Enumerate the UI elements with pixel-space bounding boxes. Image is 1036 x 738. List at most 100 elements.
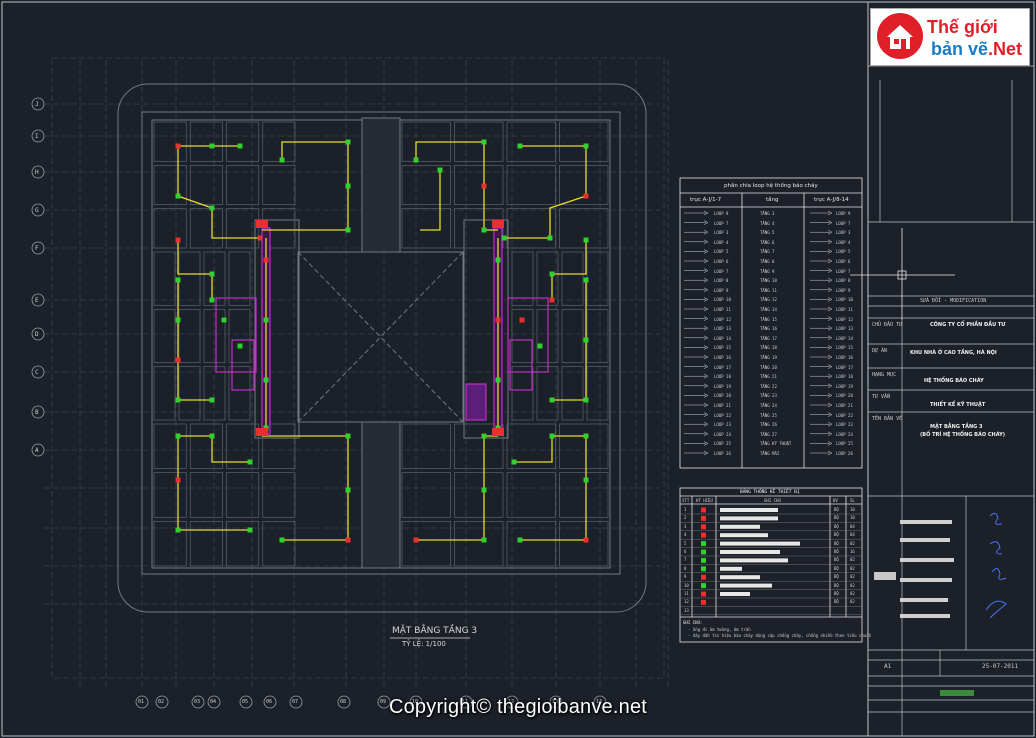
- tb-item: HỆ THỐNG BÁO CHÁY: [924, 378, 984, 384]
- grid-label-left: H: [35, 169, 39, 176]
- control-panel: [492, 220, 504, 228]
- cad-viewport[interactable]: [0, 0, 1036, 738]
- loop-table-cell: TẦNG 15: [760, 316, 777, 322]
- loop-table-cell: TẦNG 26: [760, 422, 777, 428]
- alarm-device: [175, 237, 181, 243]
- loop-table-cell: LOOP 10: [714, 297, 731, 303]
- device-note-2: - dây dẫn tín hiệu báo cháy dùng cáp chố…: [688, 633, 872, 638]
- loop-table-cell: LOOP 9: [836, 211, 851, 216]
- device-table-cell: BỘ: [834, 582, 839, 588]
- device-description: [720, 583, 772, 588]
- loop-table-cell: LOOP 17: [714, 364, 731, 370]
- loop-table-cell: TẦNG 24: [760, 403, 777, 408]
- loop-table-cell: LOOP 18: [714, 374, 731, 380]
- device-table-cell: 12: [684, 599, 689, 605]
- loop-table-cell: TẦNG 17: [760, 335, 777, 341]
- loop-table-cell: TẦNG 9: [760, 268, 775, 274]
- loop-table-cell: TẦNG 21: [760, 374, 777, 380]
- alarm-device: [345, 183, 351, 189]
- alarm-device: [495, 317, 501, 323]
- loop-table-cell: TẦNG 8: [760, 259, 775, 264]
- logo-text-line1: Thế giới: [927, 17, 998, 37]
- loop-table-cell: LOOP 7: [836, 268, 851, 274]
- grid-label-left: E: [35, 297, 39, 304]
- device-symbol: [701, 566, 706, 572]
- device-table-cell: 7: [684, 557, 687, 563]
- tb-drawing-title-2: (BỐ TRÍ HỆ THỐNG BÁO CHÁY): [920, 432, 1005, 438]
- alarm-device: [345, 537, 351, 543]
- loop-table-cell: LOOP 16: [836, 355, 853, 360]
- alarm-device: [413, 537, 419, 543]
- alarm-device: [263, 257, 269, 263]
- alarm-device: [175, 527, 181, 533]
- alarm-device: [511, 459, 517, 465]
- device-table-cell: 04: [850, 523, 855, 529]
- loop-table-cell: LOOP 7: [836, 220, 851, 226]
- device-table-cell: 5: [684, 540, 687, 546]
- grid-label-left: J: [35, 101, 39, 108]
- alarm-device: [549, 271, 555, 277]
- tb-project: KHU NHÀ Ở CAO TẦNG, HÀ NỘI: [910, 350, 997, 356]
- loop-table-cell: LOOP 10: [836, 297, 853, 303]
- alarm-device: [279, 537, 285, 543]
- alarm-device: [481, 227, 487, 233]
- alarm-device: [263, 317, 269, 323]
- device-table-cell: 1: [684, 507, 687, 512]
- loop-table-cell: LOOP 11: [836, 307, 853, 312]
- loop-table-header-floor: tầng: [766, 197, 779, 203]
- device-table-cell: 6: [684, 549, 687, 554]
- device-description: [720, 566, 742, 571]
- device-table-cell: 02: [850, 557, 855, 563]
- control-panel: [492, 428, 504, 436]
- loop-table-cell: LOOP 14: [836, 335, 853, 341]
- device-description: [720, 533, 768, 538]
- loop-table-header-right: trục A-J/8-14: [814, 197, 849, 203]
- device-table-cell: 02: [850, 565, 855, 571]
- tb-consultant-label: TƯ VẤN: [872, 394, 891, 400]
- alarm-device: [209, 297, 215, 303]
- device-table-cell: 2: [684, 515, 687, 521]
- loop-table-cell: LOOP 25: [836, 441, 853, 447]
- tb-date: 25-07-2011: [982, 663, 1019, 670]
- loop-table-cell: LOOP 3: [714, 230, 729, 236]
- alarm-device: [345, 227, 351, 233]
- alarm-device: [481, 487, 487, 493]
- tb-drawing-label: TÊN BẢN VẼ: [872, 416, 903, 422]
- loop-table-cell: TẦNG 16: [760, 326, 777, 332]
- loop-table-title: phân chia loop hệ thống báo cháy: [724, 183, 818, 189]
- loop-table-cell: LOOP 17: [836, 364, 853, 370]
- loop-table-cell: TẦNG 4: [760, 220, 775, 226]
- alarm-device: [517, 537, 523, 543]
- alarm-device: [175, 357, 181, 363]
- loop-table-cell: LOOP 19: [836, 383, 853, 389]
- loop-table-cell: LOOP 21: [836, 403, 853, 408]
- device-table-cell: 16: [850, 549, 855, 554]
- device-note-1: - ống đi âm tường, âm trần: [688, 627, 751, 632]
- brand-logo: Thế giới bản vẽ.Net: [870, 8, 1030, 66]
- device-table-cell: BỘ: [834, 515, 839, 521]
- alarm-device: [345, 139, 351, 145]
- device-description: [720, 524, 760, 529]
- alarm-device: [583, 537, 589, 543]
- alarm-device: [481, 433, 487, 439]
- loop-table-cell: TẦNG 3: [760, 211, 775, 216]
- loop-table-cell: LOOP 5: [836, 249, 851, 255]
- loop-table-cell: TẦNG KỸ THUẬT: [760, 441, 792, 447]
- loop-table-cell: LOOP 7: [714, 268, 729, 274]
- device-table-cell: BỘ: [834, 532, 839, 538]
- plan-scale: TỶ LỆ: 1/100: [402, 640, 446, 648]
- loop-table-cell: LOOP 7: [714, 220, 729, 226]
- loop-table-cell: TẦNG 5: [760, 230, 775, 236]
- device-table-header-symbol: KÝ HIỆU: [696, 498, 713, 503]
- loop-table-cell: TẦNG 6: [760, 239, 775, 245]
- device-table-cell: 13: [684, 607, 689, 613]
- loop-table-cell: LOOP 14: [714, 335, 731, 341]
- loop-table-cell: LOOP 5: [714, 249, 729, 255]
- device-table-cell: 9: [684, 574, 687, 580]
- alarm-device: [519, 317, 525, 323]
- control-panel: [256, 428, 268, 436]
- loop-table-header-left: trục A-J/1-7: [690, 197, 722, 203]
- alarm-device: [549, 297, 555, 303]
- device-symbol: [701, 507, 706, 513]
- loop-table-cell: TẦNG 10: [760, 278, 777, 284]
